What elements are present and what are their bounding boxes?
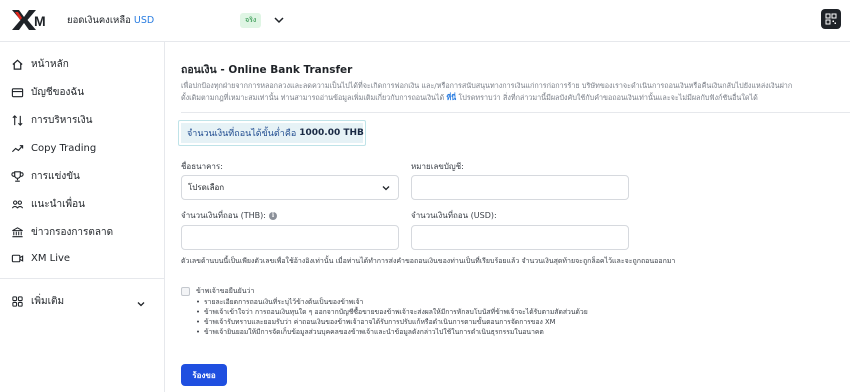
bank-select-value: โปรดเลือก: [188, 183, 225, 192]
balance-label: ยอดเงินคงเหลือ: [67, 15, 131, 26]
wallet-icon: [10, 85, 24, 99]
sidebar-divider: [0, 278, 165, 279]
xm-logo[interactable]: M: [12, 10, 46, 30]
sidebar-item-more[interactable]: เพิ่มเติม: [10, 290, 64, 312]
chevron-down-icon: [381, 183, 391, 193]
consent-checkbox[interactable]: [181, 287, 190, 296]
disclaimer-part-1: เพื่อปกป้องทุกฝ่ายจากการหลอกลวงและลดความ…: [181, 81, 793, 90]
chevron-down-icon[interactable]: [135, 295, 147, 307]
sidebar-item-home[interactable]: หน้าหลัก: [10, 53, 69, 75]
disclaimer-link[interactable]: ที่นี่: [446, 93, 456, 102]
sidebar-item-label: Copy Trading: [31, 142, 97, 154]
account-balance: ยอดเงินคงเหลือ USD: [67, 13, 154, 28]
sidebar-item-my-accounts[interactable]: บัญชีของฉัน: [10, 81, 84, 103]
amount-thb-label-text: จำนวนเงินที่ถอน (THB):: [181, 211, 266, 220]
trophy-icon: [10, 169, 24, 183]
list-item: ข้าพเจ้าเข้าใจว่า การถอนเงินทุนใด ๆ ออกจ…: [196, 307, 588, 317]
amount-usd-label: จำนวนเงินที่ถอน (USD):: [411, 211, 497, 220]
qr-code-button[interactable]: [821, 9, 841, 29]
qr-code-icon: [825, 13, 837, 25]
sidebar-item-refer-friend[interactable]: แนะนำเพื่อน: [10, 193, 85, 215]
sidebar-item-xm-live[interactable]: XM Live: [10, 247, 70, 269]
top-header: M ยอดเงินคงเหลือ USD จริง: [0, 0, 850, 42]
chevron-down-icon[interactable]: [272, 12, 286, 26]
amount-usd-input[interactable]: [411, 225, 629, 250]
amount-thb-input[interactable]: [181, 225, 399, 250]
sidebar-item-label: แนะนำเพื่อน: [31, 198, 85, 210]
main-content: ถอนเงิน - Online Bank Transfer เพื่อปกป้…: [165, 42, 850, 392]
submit-button[interactable]: ร้องขอ: [181, 364, 227, 386]
account-number-label: หมายเลขบัญชี:: [411, 162, 464, 171]
users-icon: [10, 197, 24, 211]
bank-name-select[interactable]: โปรดเลือก: [181, 175, 399, 200]
transfer-arrows-icon: [10, 113, 24, 127]
sidebar-item-competitions[interactable]: การแข่งขัน: [10, 165, 80, 187]
sidebar: หน้าหลัก บัญชีของฉัน การบริหารเงิน Copy …: [0, 42, 165, 392]
consent-bullets: รายละเอียดการถอนเงินที่ระบุไว้ข้างต้นเป็…: [196, 297, 588, 337]
sidebar-item-copy-trading[interactable]: Copy Trading: [10, 137, 96, 159]
video-icon: [10, 251, 24, 265]
account-number-input[interactable]: [411, 175, 629, 200]
grid-icon: [10, 294, 24, 308]
disclaimer-part-3: โปรดทราบว่า สิ่งที่กล่าวมานี้มีผลบังคับใ…: [458, 93, 758, 102]
disclaimer-text: เพื่อปกป้องทุกฝ่ายจากการหลอกลวงและลดความ…: [181, 80, 845, 104]
list-item: รายละเอียดการถอนเงินที่ระบุไว้ข้างต้นเป็…: [196, 297, 588, 307]
sidebar-item-label: ข่าวกรองการตลาด: [31, 226, 114, 238]
bank-building-icon: [10, 225, 24, 239]
sidebar-item-label: การบริหารเงิน: [31, 114, 93, 126]
sidebar-item-label: บัญชีของฉัน: [31, 86, 85, 98]
minimum-withdrawal-notice: จำนวนเงินที่ถอนได้ขั้นต่ำคือ 1000.00 THB: [178, 120, 366, 146]
minimum-withdrawal-value: 1000.00 THB: [299, 128, 364, 138]
disclaimer-part-2: ดั้งเดิมตามกฎที่เหมาะสมเท่านั้น ท่านสามา…: [181, 93, 445, 102]
sidebar-item-funds[interactable]: การบริหารเงิน: [10, 109, 92, 131]
consent-title: ข้าพเจ้าขอยืนยันว่า: [196, 287, 255, 295]
svg-text:M: M: [34, 13, 46, 29]
account-type-badge: จริง: [240, 13, 262, 28]
list-item: ข้าพเจ้ายินยอมให้มีการจัดเก็บข้อมูลส่วนบ…: [196, 327, 588, 337]
info-icon[interactable]: i: [268, 211, 277, 220]
bank-name-label: ชื่อธนาคาร:: [181, 162, 223, 171]
amount-thb-label: จำนวนเงินที่ถอน (THB): i: [181, 209, 277, 222]
trend-line-icon: [10, 141, 24, 155]
page-title: ถอนเงิน - Online Bank Transfer: [181, 64, 353, 76]
list-item: ข้าพเจ้ารับทราบและยอมรับว่า ค่าถอนเงินขอ…: [196, 317, 588, 327]
sidebar-item-label: การแข่งขัน: [31, 170, 80, 182]
minimum-withdrawal-label: จำนวนเงินที่ถอนได้ขั้นต่ำคือ: [187, 129, 297, 139]
sidebar-item-market-news[interactable]: ข่าวกรองการตลาด: [10, 221, 113, 243]
divider: [181, 112, 850, 113]
sidebar-item-label: เพิ่มเติม: [31, 295, 65, 307]
sidebar-item-label: XM Live: [31, 252, 71, 264]
amount-note: ตัวเลขด้านบนนี้เป็นเพียงตัวเลขเพื่อใช้อ้…: [181, 257, 676, 265]
home-icon: [10, 57, 24, 71]
sidebar-item-label: หน้าหลัก: [31, 58, 69, 70]
balance-currency: USD: [133, 15, 155, 26]
